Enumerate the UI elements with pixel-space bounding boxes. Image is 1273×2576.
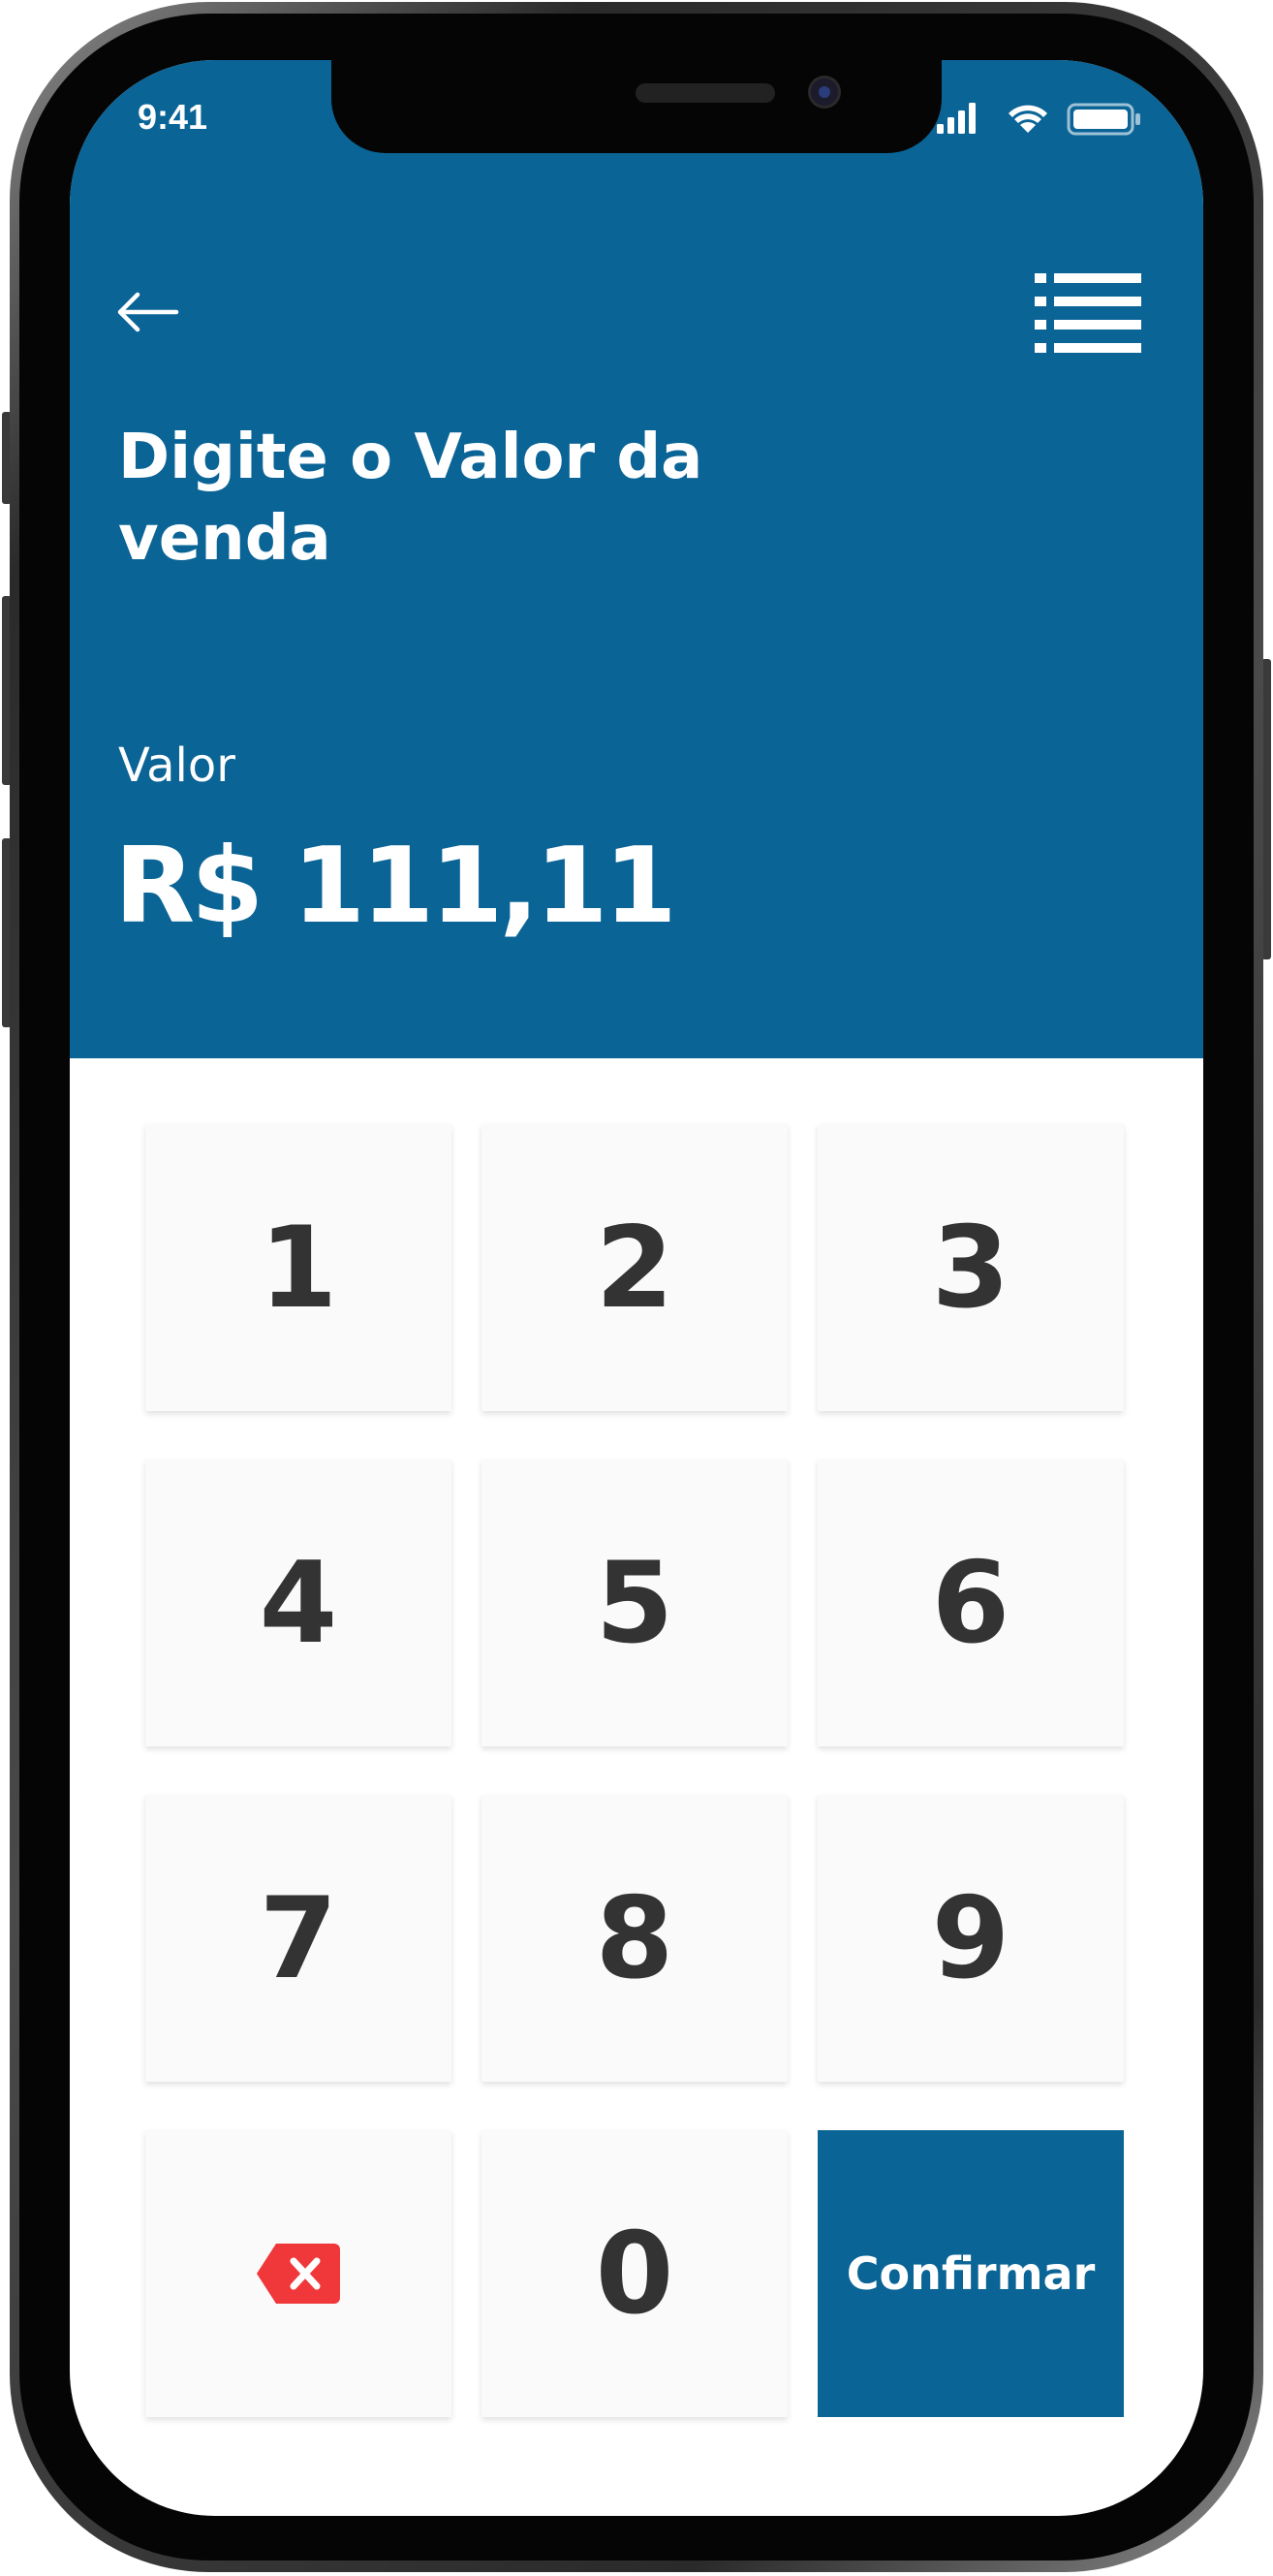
confirm-button[interactable]: Confirmar <box>818 2130 1124 2417</box>
key-0[interactable]: 0 <box>481 2130 788 2417</box>
signal-icon <box>937 103 976 134</box>
key-9[interactable]: 9 <box>818 1795 1124 2082</box>
wifi-icon <box>1009 105 1047 133</box>
status-time: 9:41 <box>138 97 208 137</box>
status-icons <box>937 103 1140 136</box>
key-2[interactable]: 2 <box>481 1124 788 1411</box>
key-5[interactable]: 5 <box>481 1460 788 1746</box>
app-screen: 9:41 Digite o Valor da venda Valor R$ 11… <box>70 60 1203 2516</box>
key-4[interactable]: 4 <box>145 1460 451 1746</box>
list-menu-icon[interactable] <box>1035 267 1141 355</box>
value-amount: R$ 111,11 <box>114 826 677 947</box>
key-1[interactable]: 1 <box>145 1124 451 1411</box>
value-label: Valor <box>118 738 235 793</box>
amount-header: 9:41 Digite o Valor da venda Valor R$ 11… <box>70 60 1203 1058</box>
key-7[interactable]: 7 <box>145 1795 451 2082</box>
key-6[interactable]: 6 <box>818 1460 1124 1746</box>
backspace-icon <box>257 2244 340 2304</box>
battery-icon <box>1067 103 1140 136</box>
device-notch <box>331 60 942 153</box>
phone-device: 9:41 Digite o Valor da venda Valor R$ 11… <box>0 0 1273 2576</box>
page-title: Digite o Valor da venda <box>118 417 796 580</box>
speaker-grille <box>636 83 775 103</box>
page-title-line1: Digite o Valor da <box>118 422 703 493</box>
delete-button[interactable] <box>145 2130 451 2417</box>
numeric-keypad: 1 2 3 4 5 6 7 8 9 0 Confirmar <box>145 1124 1124 2471</box>
front-camera <box>808 76 841 109</box>
arrow-left-icon[interactable] <box>110 273 188 351</box>
key-3[interactable]: 3 <box>818 1124 1124 1411</box>
key-8[interactable]: 8 <box>481 1795 788 2082</box>
page-title-line2: venda <box>118 503 331 575</box>
